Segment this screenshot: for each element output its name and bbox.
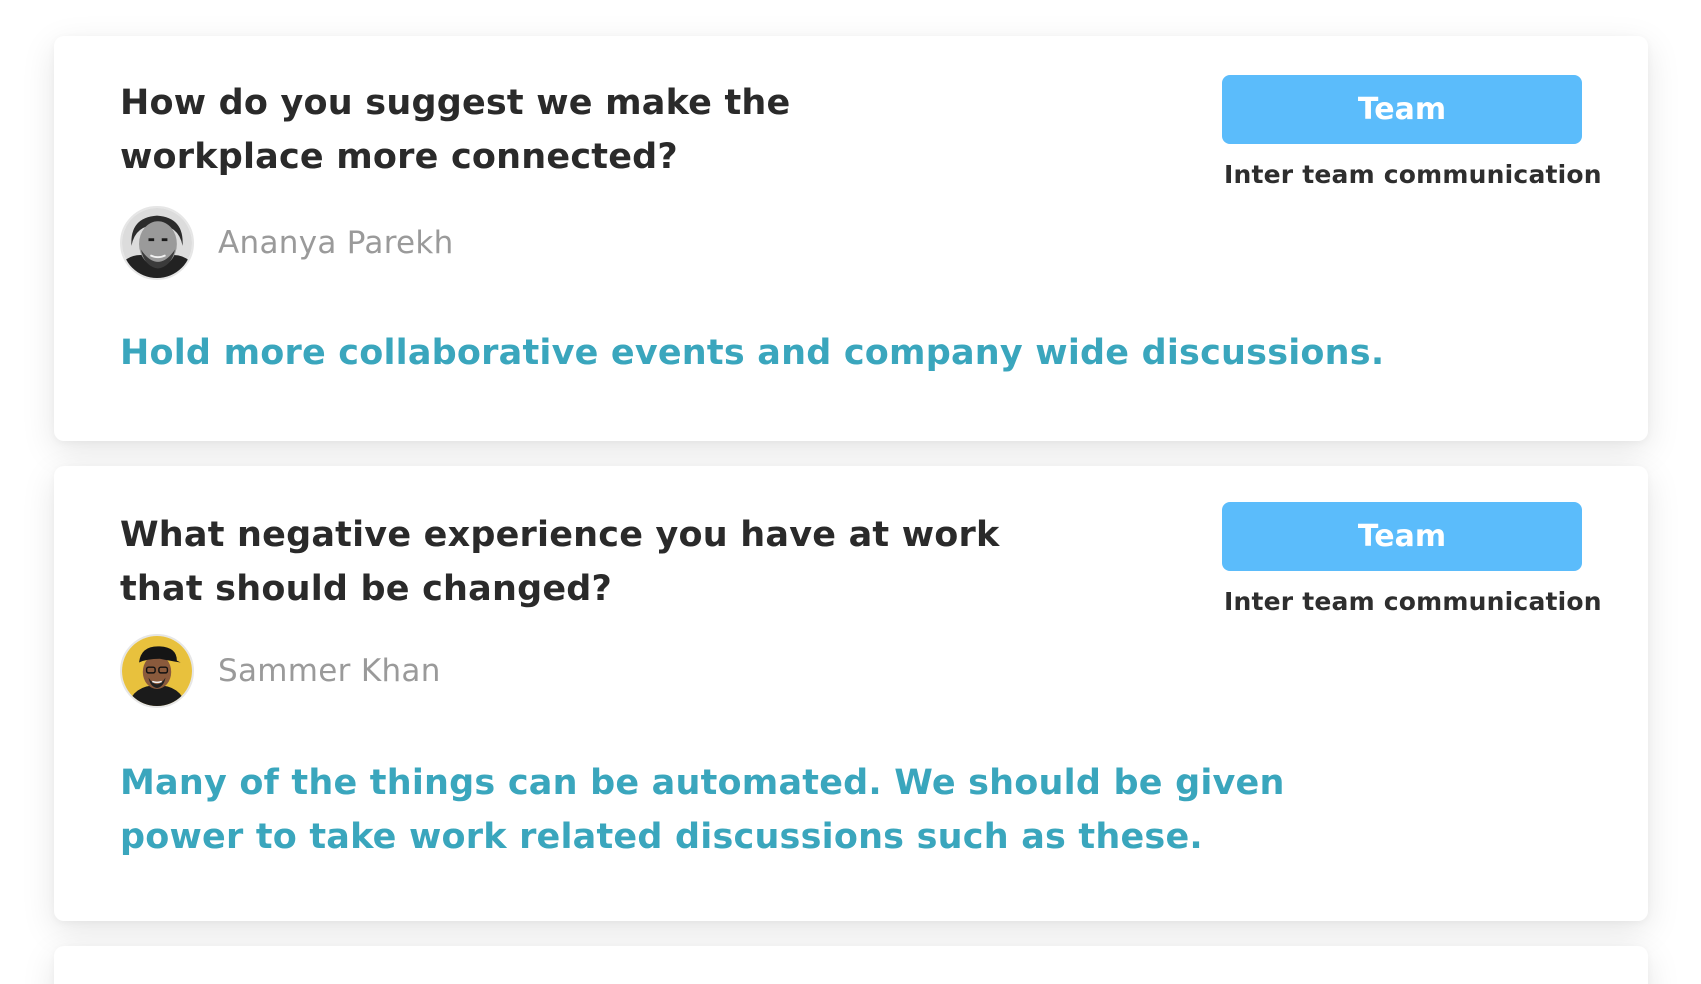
answer-text: Many of the things can be automated. We … — [120, 763, 1285, 857]
author-name[interactable]: Ananya Parekh — [218, 225, 454, 261]
avatar[interactable] — [120, 206, 194, 280]
author-row: Sammer Khan — [120, 634, 441, 708]
question-card — [54, 946, 1648, 984]
team-tag-button[interactable]: Team — [1222, 502, 1582, 571]
question-feed: How do you suggest we make the workplace… — [0, 0, 1701, 984]
category-label: Inter team communication — [1224, 587, 1602, 616]
category-label: Inter team communication — [1224, 160, 1602, 189]
question-card: What negative experience you have at wor… — [54, 466, 1648, 921]
question-card: How do you suggest we make the workplace… — [54, 36, 1648, 441]
person-avatar-yellow-background-icon — [122, 636, 192, 706]
author-name[interactable]: Sammer Khan — [218, 653, 441, 689]
question-title: What negative experience you have at wor… — [120, 515, 1000, 609]
person-avatar-grayscale-icon — [122, 208, 192, 278]
team-tag-button[interactable]: Team — [1222, 75, 1582, 144]
avatar[interactable] — [120, 634, 194, 708]
author-row: Ananya Parekh — [120, 206, 454, 280]
question-title: How do you suggest we make the workplace… — [120, 83, 791, 177]
answer-text: Hold more collaborative events and compa… — [120, 333, 1385, 373]
